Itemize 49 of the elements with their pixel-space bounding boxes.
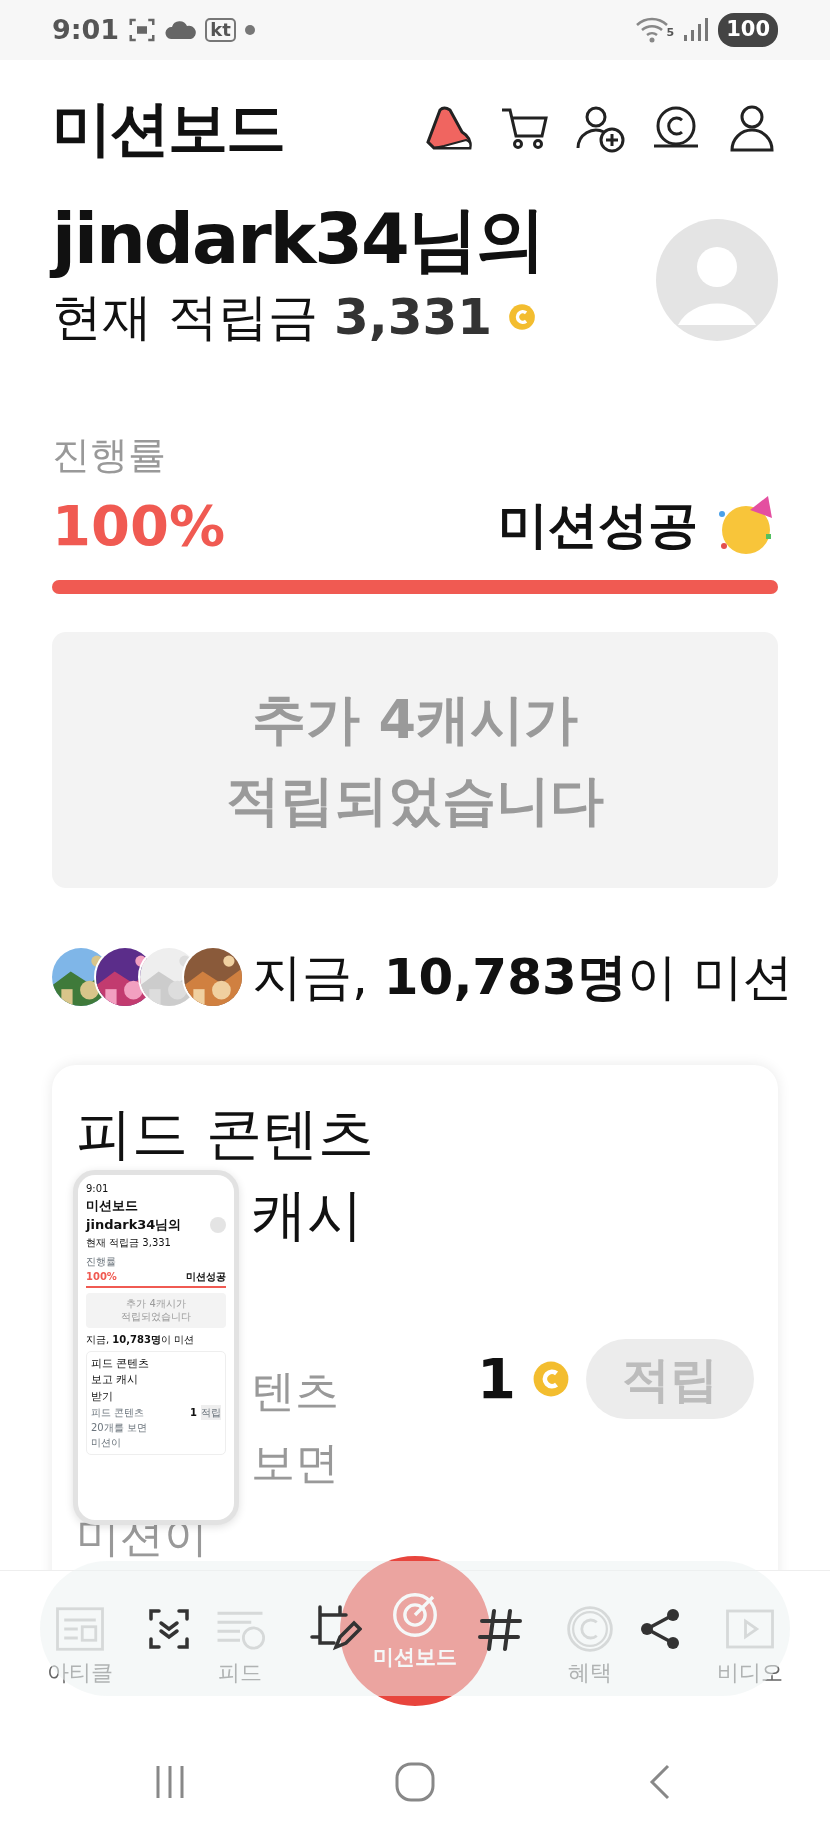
card-description: 보면 [251,1437,339,1489]
card-title: 받기 [91,1388,114,1405]
nav-tab[interactable]: 아티클 [47,1656,113,1689]
wifi-icon [634,16,669,44]
balance-amount: 3,331 [333,286,493,348]
card-description: 텐츠 [251,1364,339,1416]
coin-icon [532,1359,570,1398]
dot-icon [243,24,256,36]
card-title: 보고 캐시 [91,1372,140,1388]
balance-text: 현재 적립금 3,331 [86,1235,172,1250]
notice-text: 추가 4캐시가 [125,1296,187,1310]
nav-tab[interactable]: 비디오 [717,1656,783,1689]
notice-text: 적립되었습니다 [226,767,604,834]
nav-tab[interactable]: 미션보드 [340,1555,490,1706]
notice-text: 추가 4캐시가 [251,686,579,753]
nav-tab[interactable]: 혜택 [568,1656,612,1689]
progress-percent: 100% [52,491,225,560]
app-title: 미션보드 [52,91,284,165]
status-time: 9:01 [86,1181,109,1196]
balance-label: 현재 적립금 [52,286,318,348]
mission-status: 미션성공 [498,495,698,556]
cloud-icon [165,19,198,41]
network-label: 5 [666,25,675,42]
live-count-text: 지금, 10,783명이 미션 [252,946,793,1008]
card-description: 20개를 보면 [91,1421,147,1435]
battery-level: 100 [718,13,778,47]
live-count-text: 지금, 10,783명이 미션 [86,1332,196,1347]
claim-button[interactable]: 적립 [201,1405,221,1420]
home-icon[interactable] [393,1760,437,1804]
nav-tab[interactable]: 피드 [218,1656,262,1689]
card-description: 피드 콘텐츠 [91,1406,146,1420]
reward-amount: 1 [190,1406,197,1420]
card-title: 캐시 [251,1181,363,1247]
card-description: 미션이 [91,1436,122,1450]
status-time: 9:01 [52,12,120,47]
progress-label: 진행률 [86,1254,117,1269]
progress-percent: 100% [86,1269,117,1284]
carrier-label: kt [205,18,236,42]
app-title: 미션보드 [86,1196,139,1215]
signal-icon [682,17,711,43]
progress-label: 진행률 [52,431,167,479]
greeting-text: jindark34님의 [86,1216,182,1234]
avatar-icon [210,1216,226,1233]
reward-amount: 1 [477,1344,516,1413]
card-title: 피드 콘텐츠 [91,1355,151,1372]
coin-icon [508,303,537,331]
mission-status: 미션성공 [186,1269,226,1284]
card-title: 피드 콘텐츠 [76,1099,375,1168]
notice-text: 적립되었습니다 [120,1310,192,1324]
